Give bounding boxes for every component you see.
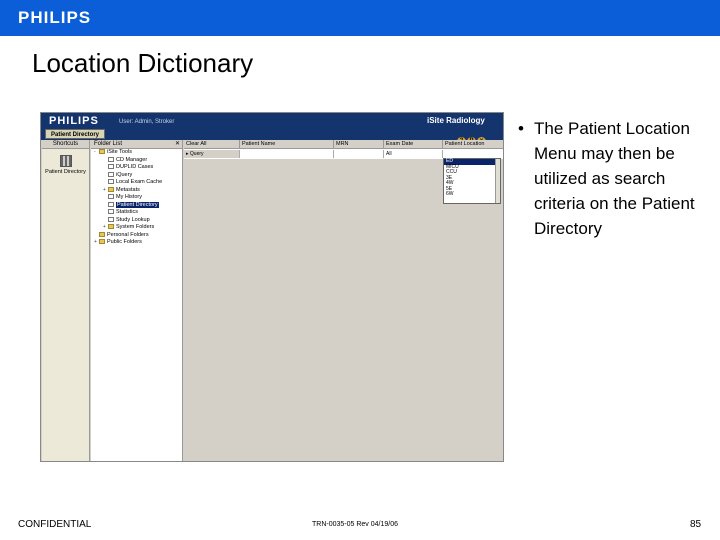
bullet-dot-icon: • xyxy=(518,119,524,138)
location-dropdown-list[interactable]: ED MICU CCU 3E 4W 5E 6W xyxy=(443,158,501,204)
brand-logo: PHILIPS xyxy=(18,8,92,27)
document-icon xyxy=(108,216,114,222)
directory-icon[interactable] xyxy=(59,155,72,167)
folder-item[interactable]: Local Exam Cache xyxy=(91,179,182,187)
document-icon xyxy=(108,201,114,207)
document-icon xyxy=(108,156,114,162)
app-user-label: User: Admin, Stroker xyxy=(119,119,175,125)
folder-item-label: Study Lookup xyxy=(116,216,150,223)
folder-item[interactable]: + Public Folders xyxy=(91,239,182,247)
location-options: ED MICU CCU 3E 4W 5E 6W xyxy=(444,158,500,198)
location-filter[interactable] xyxy=(443,150,503,158)
app-product-name: iSite Radiology xyxy=(427,116,485,125)
grid-body xyxy=(184,159,503,461)
folder-icon xyxy=(108,224,114,229)
folder-item-label: Metastats xyxy=(116,186,140,193)
folder-item[interactable]: Study Lookup xyxy=(91,216,182,225)
query-button-label: Query xyxy=(189,151,204,157)
folder-list-panel: Folder List ✕ - iSite Tools CD Manager DUPL… xyxy=(91,140,183,461)
folder-item[interactable]: Statistics xyxy=(91,209,182,217)
shortcuts-panel: Shortcuts Patient Directory xyxy=(42,140,90,461)
results-grid: Clear All Patient Name MRN Exam Date Pat… xyxy=(184,140,503,461)
folder-icon xyxy=(99,149,105,154)
folder-item[interactable]: + System Folders xyxy=(91,224,182,232)
folder-list-title: Folder List xyxy=(94,141,123,147)
column-patient-location[interactable]: Patient Location xyxy=(443,140,503,149)
folder-item[interactable]: DUPLID Cases xyxy=(91,164,182,172)
app-header: PHILIPS User: Admin, Stroker iSite Radio… xyxy=(41,113,503,146)
folder-list-header: Folder List ✕ xyxy=(91,140,182,149)
folder-item-label: Patient Directory xyxy=(116,201,159,208)
filter-row: ▸ Query All xyxy=(184,150,503,158)
folder-item[interactable]: Personal Folders xyxy=(91,231,182,240)
folder-item-label: iQuery xyxy=(116,171,133,178)
exam-date-filter[interactable]: All xyxy=(384,150,443,158)
query-button[interactable]: ▸ Query xyxy=(184,150,240,158)
folder-item-label: Local Exam Cache xyxy=(116,179,163,185)
folder-item-label: Public Folders xyxy=(107,239,142,245)
document-icon xyxy=(108,194,114,199)
shortcuts-header: Shortcuts xyxy=(42,140,89,149)
folder-item-label: CD Manager xyxy=(116,156,148,163)
close-icon[interactable]: ✕ xyxy=(175,140,180,149)
folder-icon xyxy=(108,186,114,192)
shortcut-label[interactable]: Patient Directory xyxy=(42,169,89,175)
folder-item-label: My History xyxy=(116,194,142,200)
folder-item-label: Statistics xyxy=(116,209,139,215)
page-number: 85 xyxy=(690,519,702,530)
column-patient-name[interactable]: Patient Name xyxy=(240,140,334,149)
column-clear-all[interactable]: Clear All xyxy=(184,140,240,149)
app-screenshot: PHILIPS User: Admin, Stroker iSite Radio… xyxy=(40,112,504,462)
tab-patient-directory[interactable]: Patient Directory xyxy=(45,129,105,139)
folder-item[interactable]: iQuery xyxy=(91,171,182,180)
folder-icon xyxy=(99,231,105,237)
bullet-point: • The Patient Location Menu may then be … xyxy=(518,116,708,241)
document-icon xyxy=(108,209,114,214)
app-logo: PHILIPS xyxy=(49,115,99,127)
folder-item[interactable]: Patient Directory xyxy=(91,201,182,210)
location-scrollbar[interactable] xyxy=(495,159,500,203)
footer-confidential: CONFIDENTIAL xyxy=(18,519,92,530)
folder-item[interactable]: My History xyxy=(91,194,182,202)
mrn-filter[interactable] xyxy=(334,150,384,158)
grid-header-row: Clear All Patient Name MRN Exam Date Pat… xyxy=(184,140,503,149)
document-icon xyxy=(108,179,114,184)
folder-item[interactable]: - iSite Tools xyxy=(91,149,182,157)
location-option[interactable]: 6W xyxy=(444,191,500,198)
folder-item-label: System Folders xyxy=(116,224,155,230)
folder-item[interactable]: CD Manager xyxy=(91,156,182,165)
column-mrn[interactable]: MRN xyxy=(334,140,384,149)
document-icon xyxy=(108,171,114,177)
folder-icon xyxy=(99,239,105,244)
folder-item-label: iSite Tools xyxy=(107,149,132,155)
slide-header-bar: PHILIPS xyxy=(0,0,720,36)
folder-tree: - iSite Tools CD Manager DUPLID Cases iQuery… xyxy=(91,149,182,247)
folder-item-label: Personal Folders xyxy=(107,231,149,238)
column-exam-date[interactable]: Exam Date xyxy=(384,140,443,149)
folder-item[interactable]: + Metastats xyxy=(91,186,182,195)
slide-title: Location Dictionary xyxy=(32,48,254,78)
folder-item-label: DUPLID Cases xyxy=(116,164,154,170)
bullet-text: The Patient Location Menu may then be ut… xyxy=(534,119,695,238)
patient-name-filter[interactable] xyxy=(240,150,334,158)
footer-doc-id: TRN-0035-05 Rev 04/19/06 xyxy=(312,521,398,528)
document-icon xyxy=(108,164,114,169)
